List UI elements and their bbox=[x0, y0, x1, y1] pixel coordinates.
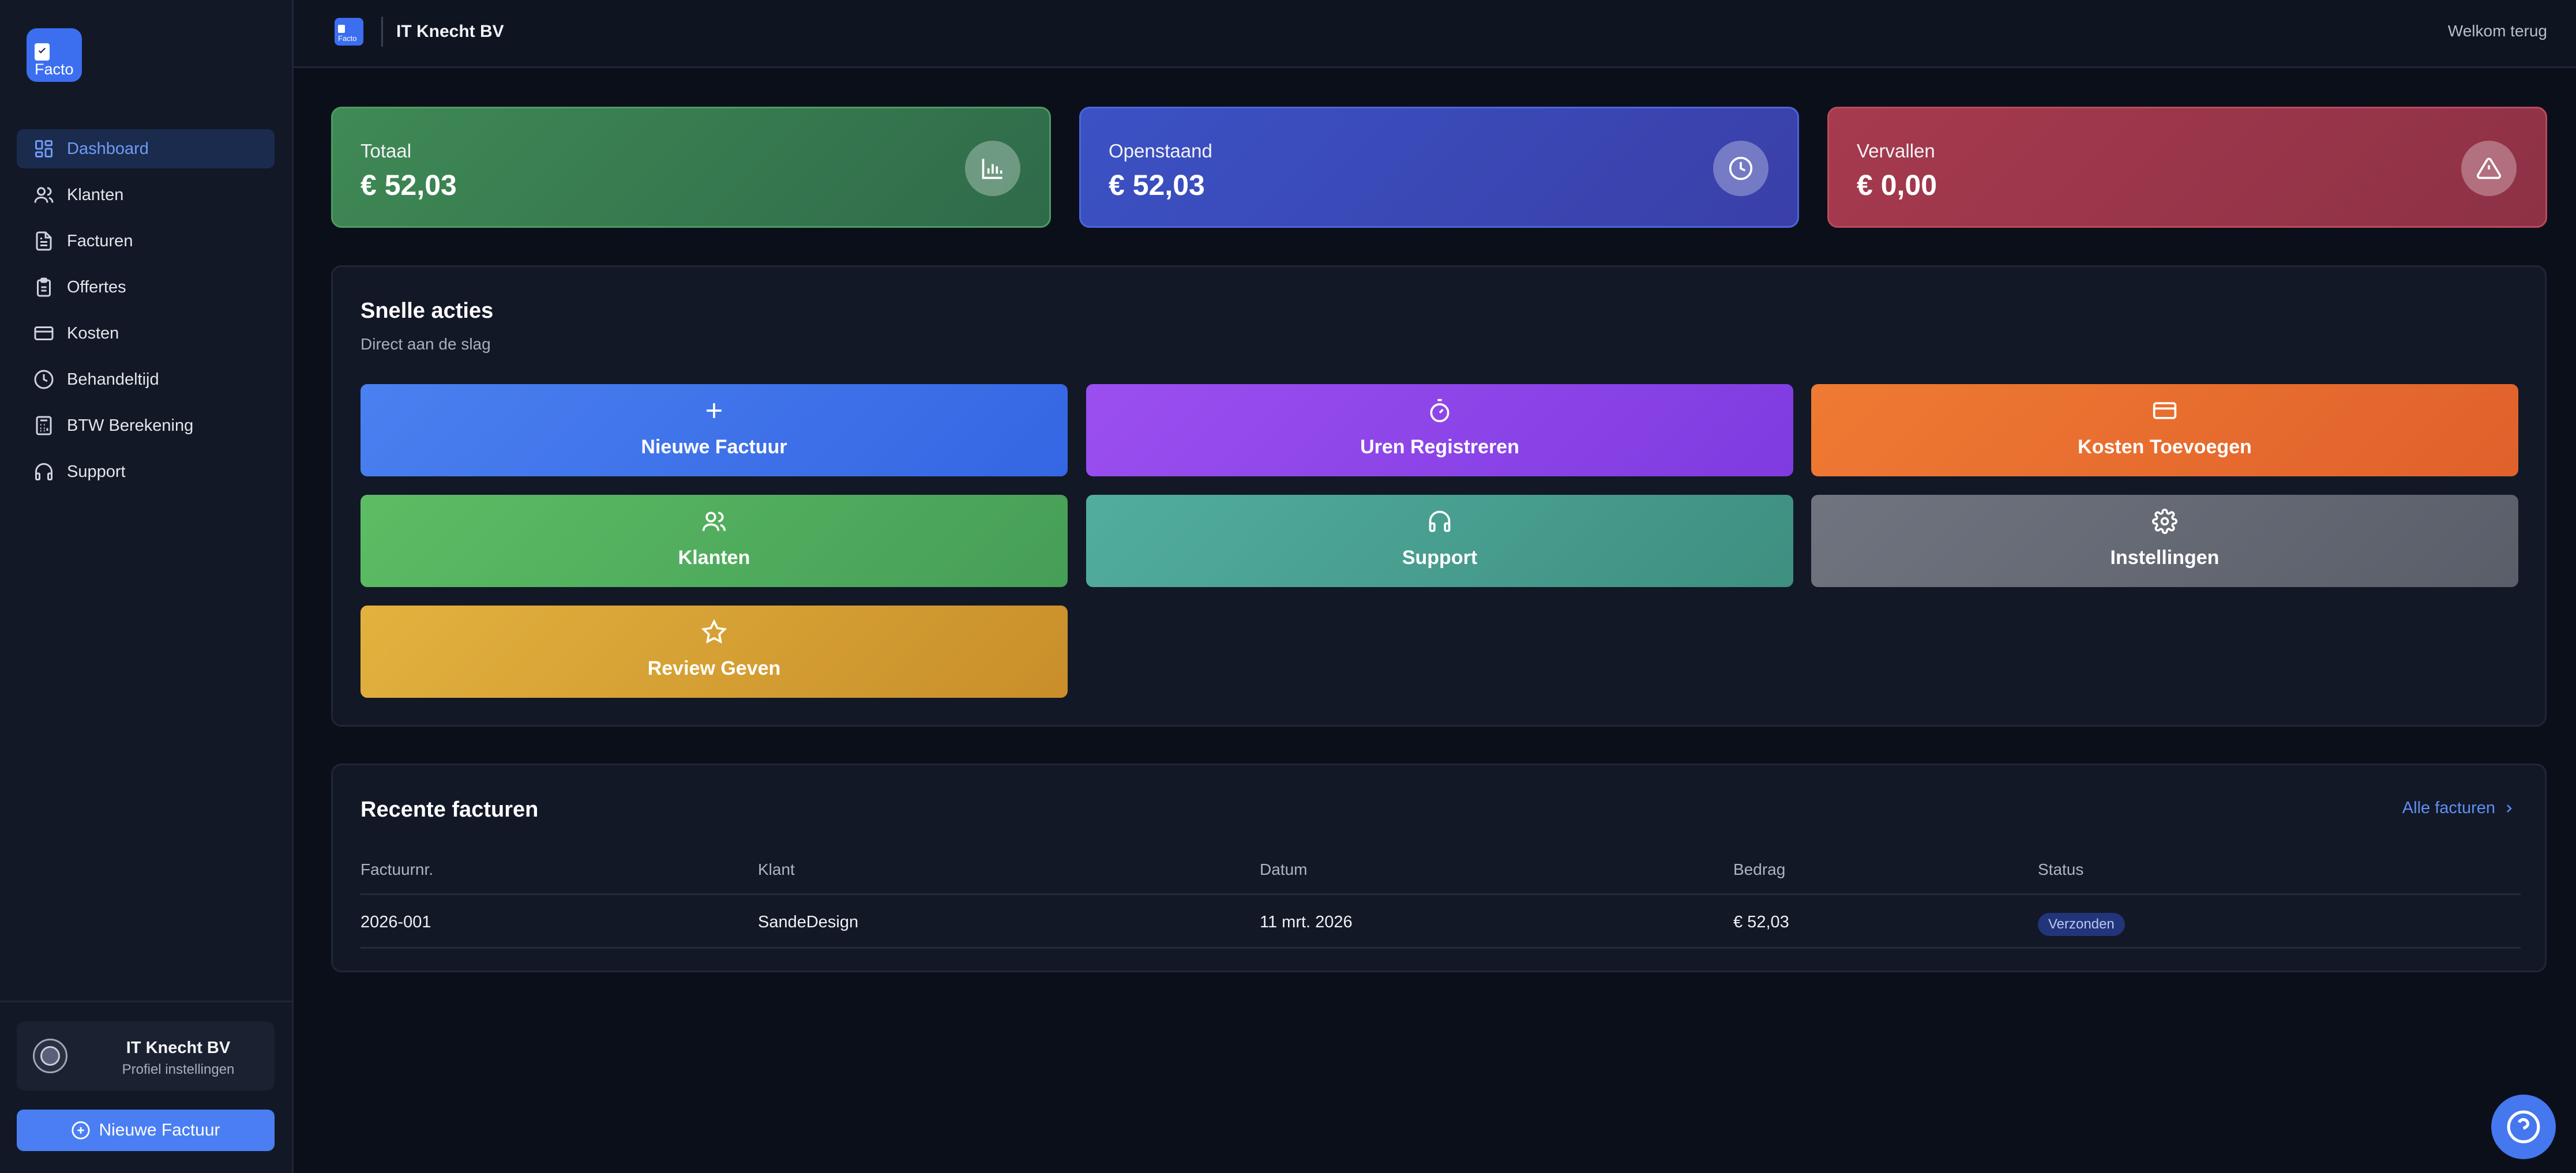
bar-chart-icon bbox=[965, 141, 1020, 196]
plus-icon bbox=[361, 394, 1068, 427]
gear-icon bbox=[1811, 505, 2518, 537]
divider bbox=[381, 17, 383, 47]
quick-action-review-geven[interactable]: Review Geven bbox=[361, 606, 1068, 698]
sidebar-item-kosten[interactable]: Kosten bbox=[17, 314, 275, 353]
sidebar-item-label: Facturen bbox=[67, 231, 133, 250]
sidebar-item-label: BTW Berekening bbox=[67, 416, 194, 435]
help-circle-icon bbox=[2506, 1109, 2541, 1145]
stat-card-openstaand: Openstaand € 52,03 bbox=[1079, 107, 1799, 228]
new-invoice-button[interactable]: Nieuwe Factuur bbox=[17, 1110, 275, 1151]
sidebar-footer: IT Knecht BV Profiel instellingen Nieuwe… bbox=[0, 1001, 292, 1173]
quick-action-label: Instellingen bbox=[2110, 547, 2220, 569]
all-invoices-label: Alle facturen bbox=[2402, 799, 2495, 817]
all-invoices-link[interactable]: Alle facturen bbox=[2402, 799, 2516, 818]
recent-invoices-title: Recente facturen bbox=[361, 798, 539, 822]
status-badge: Verzonden bbox=[2038, 913, 2125, 936]
file-icon bbox=[32, 230, 55, 253]
table-header: Factuurnr. Klant Datum Bedrag Status bbox=[361, 855, 2521, 895]
stat-value: € 0,00 bbox=[1857, 169, 1937, 201]
invoice-number: 2026-001 bbox=[361, 913, 431, 931]
chevron-right-icon bbox=[2502, 802, 2516, 815]
stat-value: € 52,03 bbox=[1109, 169, 1205, 201]
stat-label: Totaal bbox=[361, 140, 412, 161]
stat-card-totaal: Totaal € 52,03 bbox=[331, 107, 1051, 228]
invoice-client: SandeDesign bbox=[758, 913, 859, 931]
quick-action-label: Review Geven bbox=[647, 657, 781, 679]
quick-action-uren-registreren[interactable]: Uren Registreren bbox=[1086, 384, 1793, 476]
credit-card-icon bbox=[1811, 394, 2518, 427]
top-bar: Facto IT Knecht BV Welkom terug bbox=[294, 0, 2576, 68]
quick-actions-subtitle: Direct aan de slag bbox=[361, 335, 491, 353]
dashboard-icon bbox=[32, 137, 55, 160]
quick-action-klanten[interactable]: Klanten bbox=[361, 495, 1068, 587]
profile-settings-link[interactable]: Profiel instellingen bbox=[86, 1062, 271, 1078]
stat-label: Openstaand bbox=[1109, 140, 1212, 161]
headphones-icon bbox=[1086, 505, 1793, 537]
recent-invoices-panel: Recente facturen Alle facturen Factuurnr… bbox=[331, 764, 2547, 972]
quick-action-label: Kosten Toevoegen bbox=[2078, 436, 2252, 458]
invoice-date: 11 mrt. 2026 bbox=[1260, 913, 1353, 931]
quick-action-kosten-toevoegen[interactable]: Kosten Toevoegen bbox=[1811, 384, 2518, 476]
logo-text: Facto bbox=[338, 34, 357, 43]
star-icon bbox=[361, 616, 1068, 648]
new-invoice-label: Nieuwe Factuur bbox=[99, 1121, 220, 1140]
quick-action-nieuwe-factuur[interactable]: Nieuwe Factuur bbox=[361, 384, 1068, 476]
sidebar-item-btw-berekening[interactable]: BTW Berekening bbox=[17, 406, 275, 445]
help-button[interactable] bbox=[2491, 1095, 2556, 1159]
sidebar-item-label: Behandeltijd bbox=[67, 370, 159, 389]
logo-text: Facto bbox=[35, 61, 74, 78]
avatar bbox=[33, 1039, 67, 1073]
credit-card-icon bbox=[32, 322, 55, 345]
users-icon bbox=[361, 505, 1068, 537]
app-logo-small[interactable]: Facto bbox=[335, 18, 363, 46]
quick-action-label: Klanten bbox=[678, 547, 750, 569]
company-name: IT Knecht BV bbox=[396, 22, 504, 41]
sidebar-item-label: Kosten bbox=[67, 324, 119, 343]
sidebar-item-label: Klanten bbox=[67, 185, 124, 204]
plus-circle-icon bbox=[71, 1121, 91, 1140]
clock-icon bbox=[32, 368, 55, 391]
table-row[interactable]: 2026-001 SandeDesign 11 mrt. 2026 € 52,0… bbox=[361, 897, 2521, 949]
sidebar-item-offertes[interactable]: Offertes bbox=[17, 268, 275, 307]
sidebar-item-behandeltijd[interactable]: Behandeltijd bbox=[17, 360, 275, 399]
quick-action-label: Nieuwe Factuur bbox=[641, 436, 787, 458]
profile-card[interactable]: IT Knecht BV Profiel instellingen bbox=[17, 1021, 275, 1091]
profile-name: IT Knecht BV bbox=[126, 1039, 231, 1057]
app-logo[interactable]: Facto bbox=[27, 28, 82, 82]
quick-action-label: Support bbox=[1402, 547, 1478, 569]
sidebar-item-label: Dashboard bbox=[67, 139, 149, 158]
quick-action-label: Uren Registreren bbox=[1360, 436, 1519, 458]
stat-label: Vervallen bbox=[1857, 140, 1935, 161]
quick-action-instellingen[interactable]: Instellingen bbox=[1811, 495, 2518, 587]
document-icon bbox=[338, 25, 345, 33]
sidebar: Facto Dashboard Klanten Facturen Offerte… bbox=[0, 0, 294, 1173]
sidebar-item-label: Offertes bbox=[67, 277, 126, 296]
stat-card-vervallen: Vervallen € 0,00 bbox=[1827, 107, 2547, 228]
document-check-icon bbox=[35, 43, 50, 61]
sidebar-item-support[interactable]: Support bbox=[17, 452, 275, 491]
column-header: Klant bbox=[758, 860, 795, 878]
clock-icon bbox=[1713, 141, 1768, 196]
quick-actions-title: Snelle acties bbox=[361, 299, 494, 323]
sidebar-item-klanten[interactable]: Klanten bbox=[17, 175, 275, 215]
column-header: Factuurnr. bbox=[361, 860, 434, 878]
users-icon bbox=[32, 183, 55, 206]
sidebar-item-label: Support bbox=[67, 462, 126, 481]
welcome-text: Welkom terug bbox=[2447, 22, 2547, 40]
alert-triangle-icon bbox=[2461, 141, 2517, 196]
headphones-icon bbox=[32, 460, 55, 483]
sidebar-item-dashboard[interactable]: Dashboard bbox=[17, 129, 275, 168]
calculator-icon bbox=[32, 414, 55, 437]
column-header: Status bbox=[2038, 860, 2084, 878]
column-header: Datum bbox=[1260, 860, 1308, 878]
quick-action-support[interactable]: Support bbox=[1086, 495, 1793, 587]
sidebar-nav: Dashboard Klanten Facturen Offertes Kost… bbox=[17, 129, 275, 498]
quick-actions-panel: Snelle acties Direct aan de slag Nieuwe … bbox=[331, 265, 2547, 727]
clipboard-icon bbox=[32, 276, 55, 299]
sidebar-item-facturen[interactable]: Facturen bbox=[17, 221, 275, 261]
stat-value: € 52,03 bbox=[361, 169, 457, 201]
invoice-amount: € 52,03 bbox=[1733, 913, 1789, 931]
column-header: Bedrag bbox=[1733, 860, 1786, 878]
timer-icon bbox=[1086, 394, 1793, 427]
